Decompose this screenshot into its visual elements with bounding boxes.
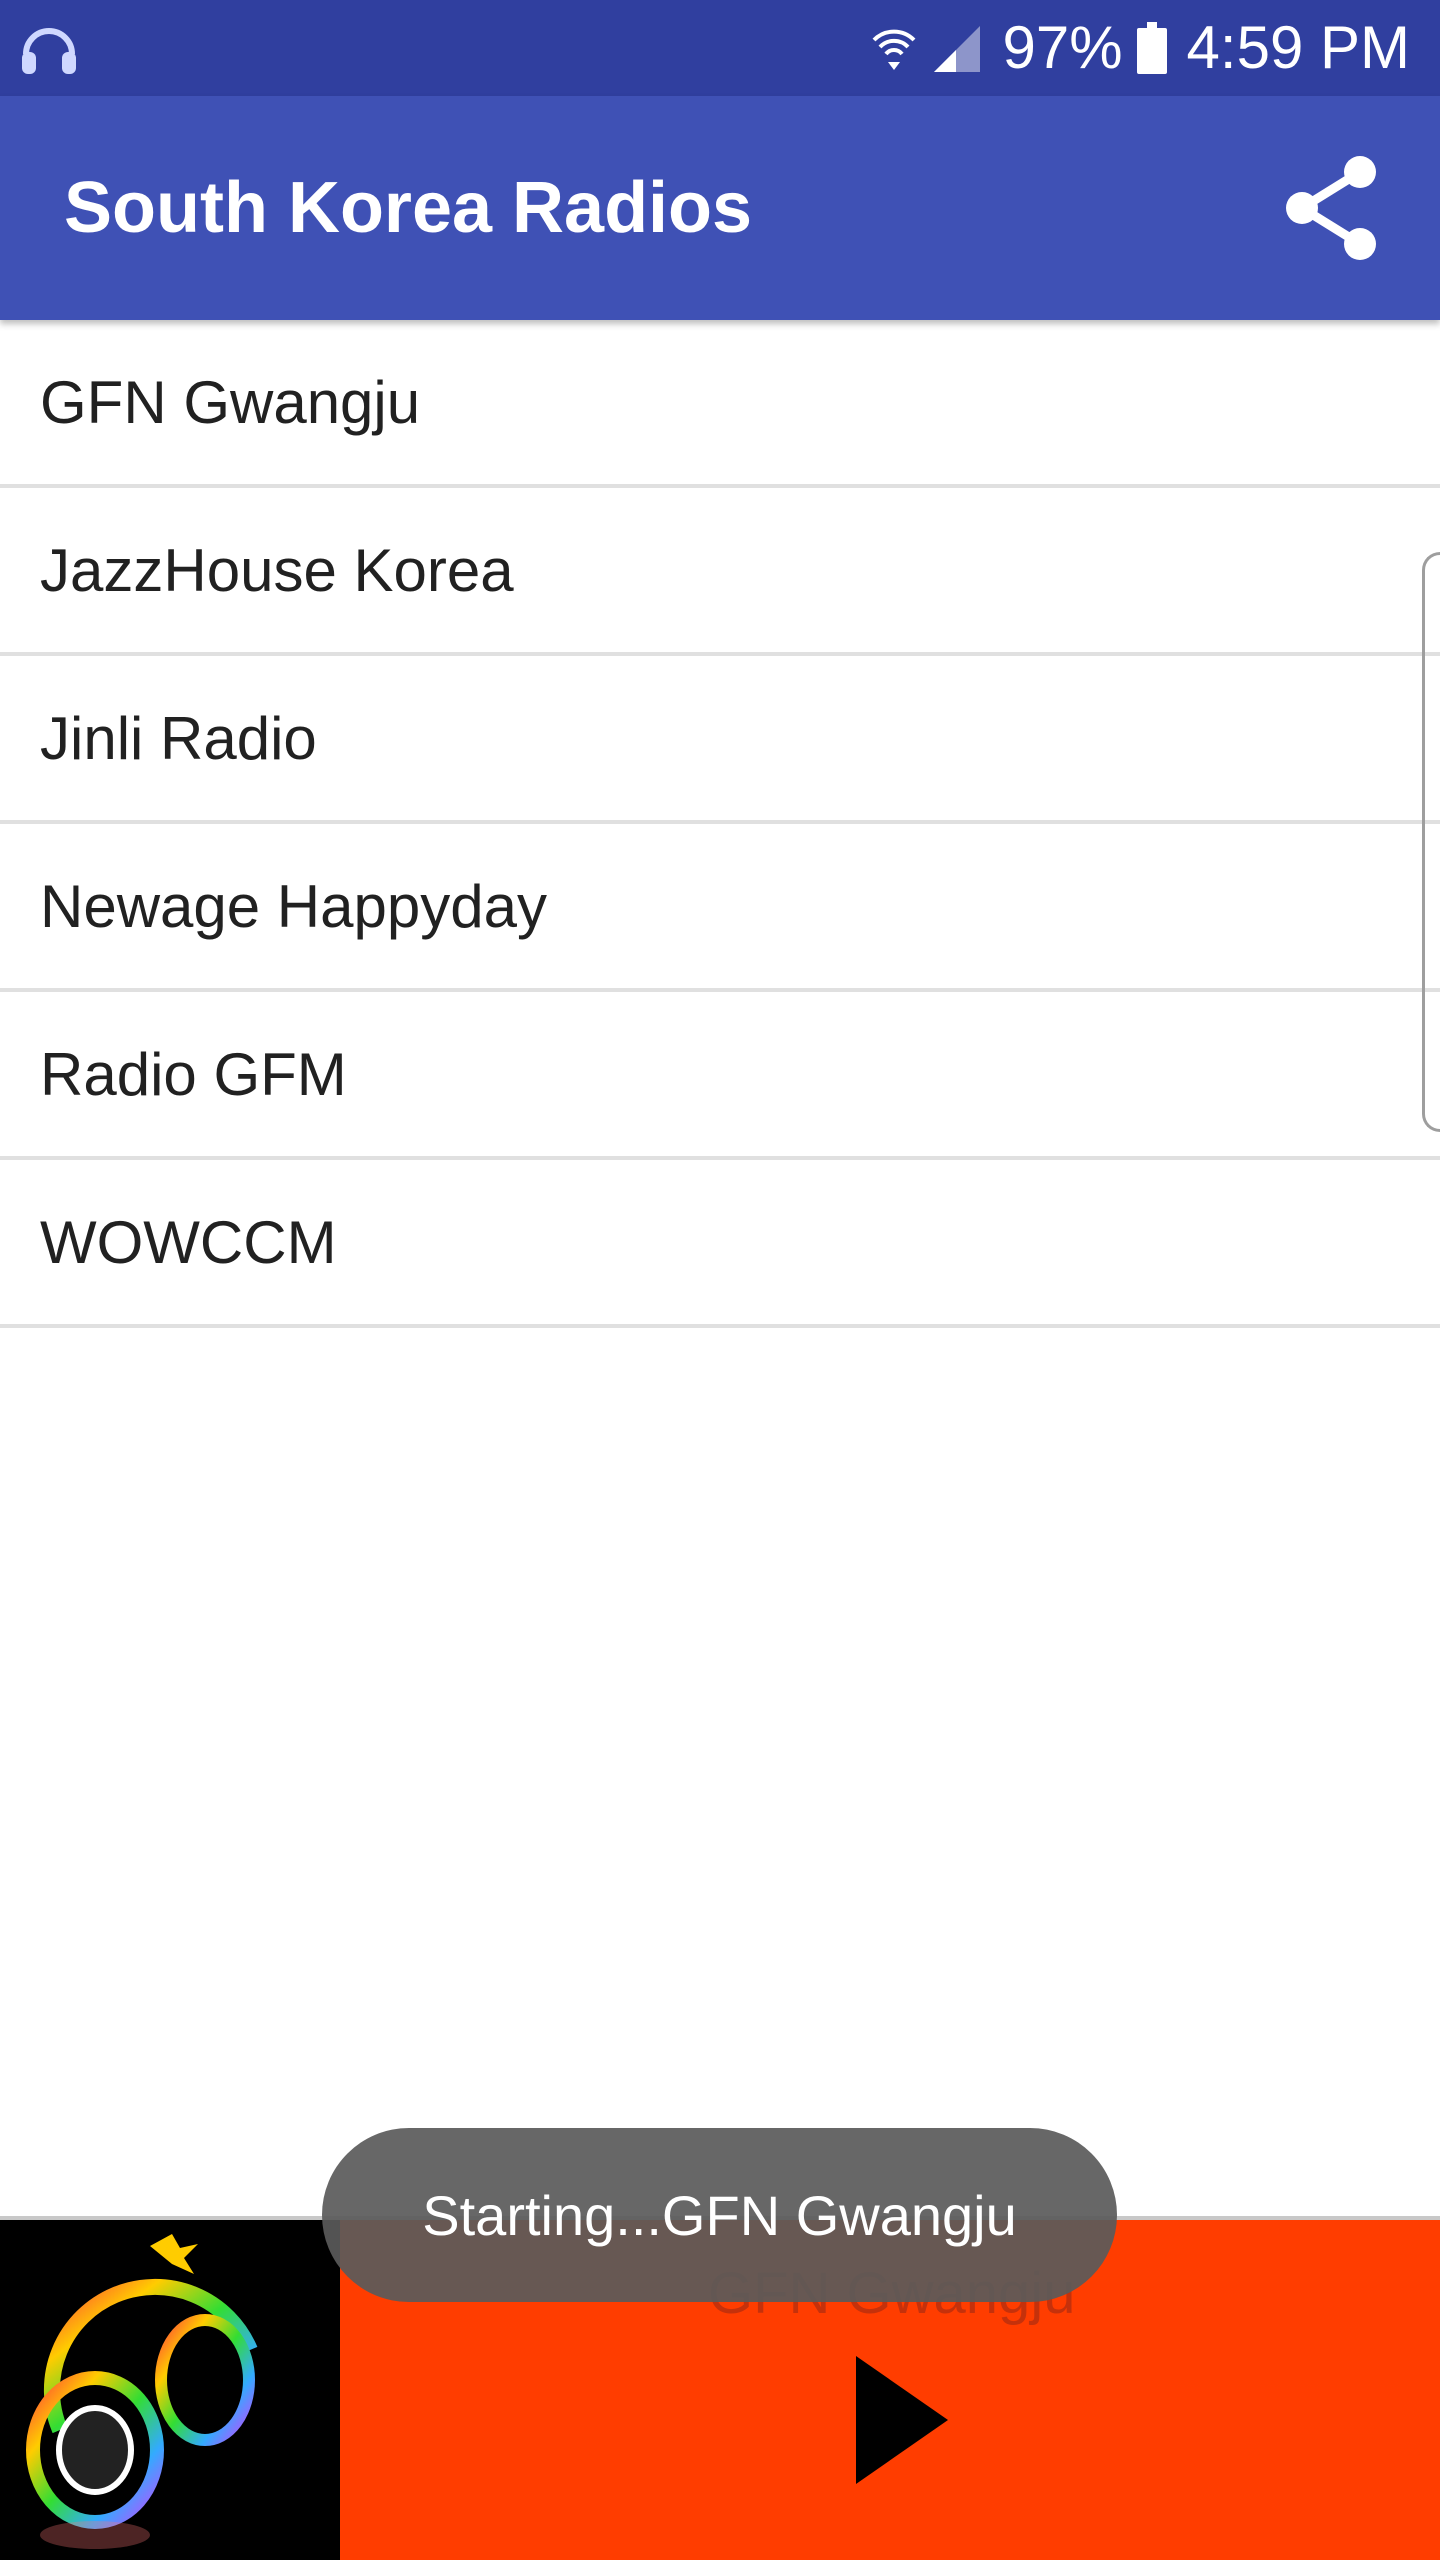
share-button[interactable] (1272, 148, 1392, 268)
station-item-radio-gfm[interactable]: Radio GFM (0, 992, 1440, 1160)
app-bar: South Korea Radios (0, 96, 1440, 320)
play-button[interactable] (840, 2340, 960, 2500)
station-item-jazzhouse-korea[interactable]: JazzHouse Korea (0, 488, 1440, 656)
album-art-headphones (0, 2220, 340, 2560)
app-title: South Korea Radios (64, 168, 753, 248)
station-item-wowccm[interactable]: WOWCCM (0, 1160, 1440, 1328)
station-item-gfn-gwangju[interactable]: GFN Gwangju (0, 320, 1440, 488)
headphones-icon (18, 18, 80, 80)
station-list: GFN Gwangju JazzHouse Korea Jinli Radio … (0, 320, 1440, 1328)
status-bar: 97% 4:59 PM (0, 0, 1440, 96)
share-icon (1286, 156, 1376, 260)
toast-message: Starting...GFN Gwangju (322, 2128, 1117, 2302)
signal-icon (932, 22, 982, 74)
station-item-jinli-radio[interactable]: Jinli Radio (0, 656, 1440, 824)
scrollbar-handle[interactable] (1422, 552, 1440, 1132)
wifi-icon (870, 22, 918, 74)
status-indicators: 97% 4:59 PM (870, 0, 1410, 96)
battery-icon (1136, 22, 1167, 74)
clock: 4:59 PM (1186, 14, 1410, 81)
battery-percent: 97% (1002, 14, 1123, 81)
play-icon (856, 2356, 948, 2484)
station-item-newage-happyday[interactable]: Newage Happyday (0, 824, 1440, 992)
